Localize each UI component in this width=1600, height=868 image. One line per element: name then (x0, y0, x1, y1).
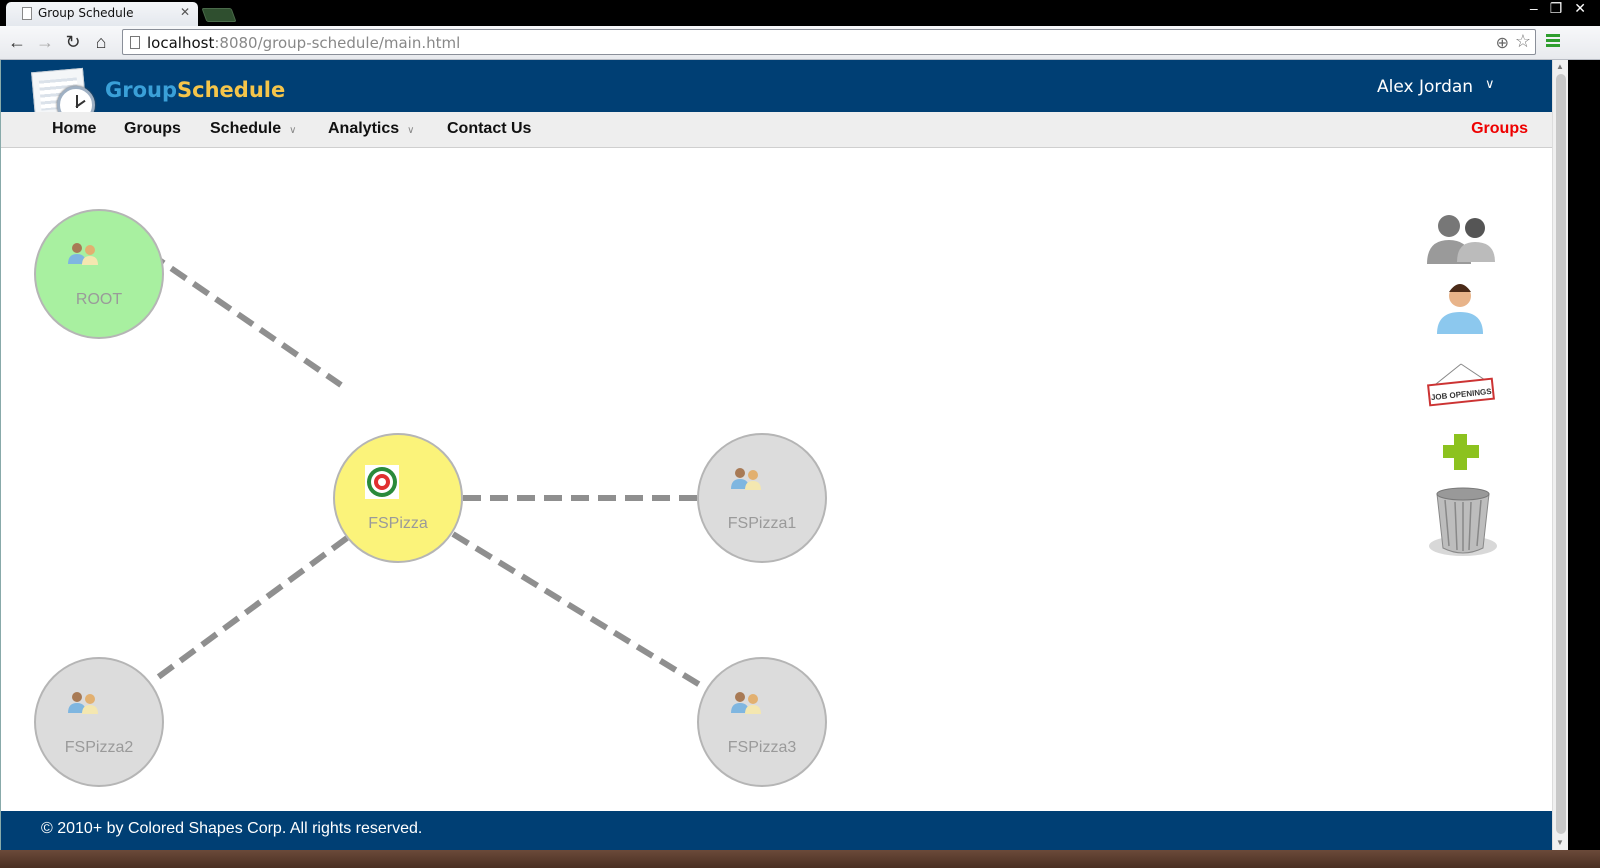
chevron-down-icon: ∨ (289, 125, 297, 136)
app-header: GroupSchedule Alex Jordan ∨ (1, 60, 1552, 124)
group-node-fspizza3[interactable]: FSPizza3 (697, 657, 827, 787)
group-graph: ROOT FSPizza FSPizza1 FSPizza2 FSPizza3 … (34, 209, 1497, 787)
page-icon (130, 36, 140, 49)
chevron-down-icon: ∨ (407, 125, 415, 136)
restore-icon[interactable]: ❐ (1550, 0, 1563, 17)
node-label: FSPizza3 (728, 739, 797, 756)
edge-root-fspizza (147, 250, 343, 388)
nav-analytics[interactable]: Analytics ∨ (328, 120, 414, 138)
tab-title: Group Schedule (38, 6, 134, 20)
chevron-down-icon[interactable]: ∨ (1485, 76, 1495, 92)
window-controls: – ❐ ✕ (1530, 0, 1586, 17)
forward-icon[interactable]: → (34, 31, 56, 53)
page-icon (22, 7, 32, 20)
browser-toolbar: ← → ↻ ⌂ localhost:8080/group-schedule/ma… (0, 26, 1600, 60)
close-tab-icon[interactable]: ✕ (180, 5, 190, 19)
url-text: localhost:8080/group-schedule/main.html (147, 34, 461, 52)
footer: © 2010+ by Colored Shapes Corp. All righ… (1, 811, 1552, 850)
node-label: FSPizza1 (728, 515, 797, 532)
home-icon[interactable]: ⌂ (90, 31, 112, 53)
edge-fspizza-fspizza3 (451, 531, 707, 691)
menu-icon[interactable] (1546, 34, 1560, 50)
bookmark-star-icon[interactable]: ☆ (1515, 31, 1531, 52)
browser-tab[interactable]: Group Schedule ✕ (6, 2, 198, 26)
user-icon[interactable] (1437, 284, 1483, 334)
address-bar[interactable]: localhost:8080/group-schedule/main.html … (122, 29, 1536, 55)
current-section-label: Groups (1471, 120, 1528, 137)
nav-groups[interactable]: Groups (124, 120, 181, 138)
close-window-icon[interactable]: ✕ (1574, 0, 1586, 17)
group-node-fspizza1[interactable]: FSPizza1 (697, 433, 827, 563)
nav-home[interactable]: Home (52, 120, 96, 138)
scrollbar[interactable]: ▲ ▼ (1552, 60, 1568, 850)
group-node-fspizza[interactable]: FSPizza (333, 433, 463, 563)
scroll-thumb[interactable] (1556, 74, 1566, 834)
group-node-fspizza2[interactable]: FSPizza2 (34, 657, 164, 787)
main-nav: Home Groups Schedule ∨ Analytics ∨ Contact… (1, 112, 1552, 148)
page: GroupSchedule Alex Jordan ∨ Home Groups … (0, 60, 1552, 850)
node-label: FSPizza (368, 515, 428, 532)
reload-icon[interactable]: ↻ (62, 31, 84, 53)
nav-contact[interactable]: Contact Us (447, 120, 531, 138)
pizza-logo-icon (365, 465, 399, 499)
os-taskbar (0, 850, 1600, 868)
copyright-text: © 2010+ by Colored Shapes Corp. All righ… (41, 820, 423, 837)
group-node-root[interactable]: ROOT (34, 209, 164, 339)
back-icon[interactable]: ← (6, 31, 28, 53)
edge-fspizza-fspizza2 (155, 535, 349, 681)
user-menu[interactable]: Alex Jordan (1377, 77, 1473, 97)
nav-schedule[interactable]: Schedule ∨ (210, 120, 296, 138)
zoom-icon[interactable]: ⊕ (1496, 33, 1509, 53)
node-label: FSPizza2 (65, 739, 134, 756)
browser-titlebar: Group Schedule ✕ – ❐ ✕ (0, 0, 1600, 26)
minimize-icon[interactable]: – (1530, 0, 1538, 17)
node-label: ROOT (76, 291, 122, 308)
scroll-down-icon[interactable]: ▼ (1556, 838, 1564, 847)
job-openings-icon[interactable]: JOB OPENINGS (1427, 363, 1495, 407)
brand-name[interactable]: GroupSchedule (105, 78, 285, 102)
trash-icon[interactable] (1429, 487, 1497, 556)
users-icon[interactable] (1427, 215, 1495, 264)
add-icon[interactable] (1443, 434, 1479, 470)
new-tab-button[interactable] (201, 8, 237, 22)
scroll-up-icon[interactable]: ▲ (1556, 62, 1564, 71)
